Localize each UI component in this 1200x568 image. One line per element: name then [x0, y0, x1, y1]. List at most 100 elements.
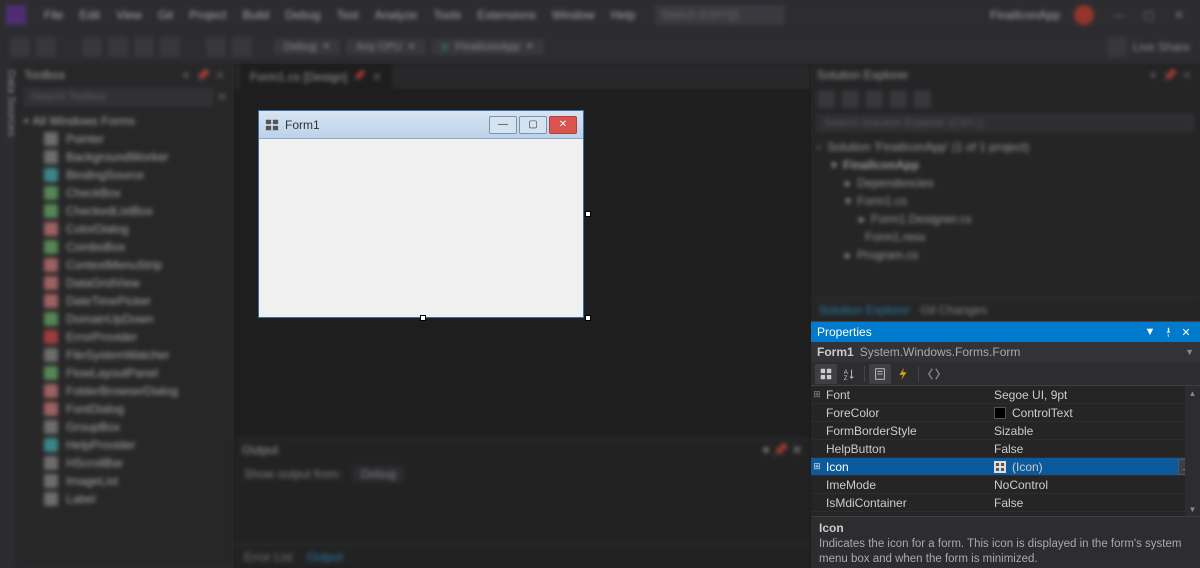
- toolbox-item[interactable]: ComboBox: [22, 238, 229, 256]
- toolbox-item[interactable]: GroupBox: [22, 418, 229, 436]
- menu-view[interactable]: View: [108, 8, 150, 22]
- search-clear-icon[interactable]: ✕: [213, 90, 227, 104]
- panel-close-icon[interactable]: ✕: [792, 443, 802, 457]
- properties-page-icon[interactable]: [869, 364, 891, 384]
- nav-fwd-icon[interactable]: [36, 37, 56, 57]
- properties-object-selector[interactable]: Form1 System.Windows.Forms.Form ▼: [811, 342, 1200, 362]
- toolbox-item[interactable]: Label: [22, 490, 229, 508]
- property-row[interactable]: ImeModeNoControl: [811, 476, 1200, 494]
- tab-solution-explorer[interactable]: Solution Explorer: [819, 303, 910, 317]
- live-share-icon[interactable]: [1107, 37, 1127, 57]
- toolbox-item[interactable]: DomainUpDown: [22, 310, 229, 328]
- se-collapse-icon[interactable]: [865, 90, 883, 108]
- toolbox-item[interactable]: DateTimePicker: [22, 292, 229, 310]
- resize-handle-bottom[interactable]: [420, 315, 426, 321]
- tree-node[interactable]: ▾Form1.cs: [817, 192, 1194, 210]
- panel-dropdown-icon[interactable]: ▾: [179, 68, 193, 82]
- toolbox-section-header[interactable]: All Windows Forms: [33, 114, 136, 128]
- form-maximize-button[interactable]: ▢: [519, 116, 547, 134]
- tab-output[interactable]: Output: [307, 550, 343, 564]
- form-client-area[interactable]: [259, 139, 583, 317]
- config-selector[interactable]: Debug▼: [274, 39, 340, 55]
- designer-form[interactable]: Form1 — ▢ ✕: [258, 110, 584, 318]
- se-show-all-icon[interactable]: [889, 90, 907, 108]
- panel-pin-icon[interactable]: 📌: [196, 68, 210, 82]
- quick-launch-search[interactable]: Search (Ctrl+Q): [655, 5, 785, 25]
- tab-error-list[interactable]: Error List: [244, 550, 293, 564]
- form-close-button[interactable]: ✕: [549, 116, 577, 134]
- toolbox-item[interactable]: ImageList: [22, 472, 229, 490]
- panel-pin-icon[interactable]: 📌: [773, 443, 788, 457]
- tab-close-icon[interactable]: ✕: [372, 70, 382, 84]
- output-source-selector[interactable]: Debug: [353, 466, 404, 482]
- tree-node[interactable]: ▸Program.cs: [817, 246, 1194, 264]
- toolbox-item[interactable]: FileSystemWatcher: [22, 346, 229, 364]
- menu-window[interactable]: Window: [544, 8, 603, 22]
- menu-project[interactable]: Project: [181, 8, 234, 22]
- property-row[interactable]: ⊞FontSegoe UI, 9pt: [811, 386, 1200, 404]
- resize-handle-right[interactable]: [585, 211, 591, 217]
- property-pages-icon[interactable]: [923, 364, 945, 384]
- menu-debug[interactable]: Debug: [277, 8, 328, 22]
- platform-selector[interactable]: Any CPU▼: [346, 39, 425, 55]
- minimize-icon[interactable]: —: [1104, 5, 1134, 25]
- new-project-icon[interactable]: [82, 37, 102, 57]
- se-search-input[interactable]: [817, 114, 1194, 132]
- panel-dropdown-icon[interactable]: ▾: [763, 443, 769, 457]
- live-share-label[interactable]: Live Share: [1133, 40, 1190, 54]
- menu-file[interactable]: File: [36, 8, 71, 22]
- toolbox-item[interactable]: DataGridView: [22, 274, 229, 292]
- data-sources-rail[interactable]: Data Sources: [0, 64, 18, 568]
- property-row[interactable]: ⊞Icon(Icon)...: [811, 458, 1200, 476]
- property-row[interactable]: HelpButtonFalse: [811, 440, 1200, 458]
- resize-handle-corner[interactable]: [585, 315, 591, 321]
- panel-close-icon[interactable]: ✕: [213, 68, 227, 82]
- scroll-up-icon[interactable]: ▲: [1185, 386, 1200, 400]
- tree-node[interactable]: ▸Dependencies: [817, 174, 1194, 192]
- expand-icon[interactable]: ⊞: [811, 389, 823, 400]
- notification-badge-icon[interactable]: [1074, 5, 1094, 25]
- undo-icon[interactable]: [206, 37, 226, 57]
- panel-close-icon[interactable]: ✕: [1180, 68, 1194, 82]
- solution-node[interactable]: ▫Solution 'FinalIconApp' (1 of 1 project…: [817, 138, 1194, 156]
- designer-surface[interactable]: Form1 — ▢ ✕: [234, 90, 810, 438]
- open-icon[interactable]: [108, 37, 128, 57]
- property-row[interactable]: IsMdiContainerFalse: [811, 494, 1200, 512]
- alphabetical-icon[interactable]: AZ: [838, 364, 860, 384]
- panel-pin-icon[interactable]: 📌: [1163, 68, 1177, 82]
- tree-node[interactable]: ▸Form1.Designer.cs: [817, 210, 1194, 228]
- start-debug-button[interactable]: FinalIconApp▼: [432, 39, 544, 55]
- redo-icon[interactable]: [232, 37, 252, 57]
- se-properties-icon[interactable]: [913, 90, 931, 108]
- events-icon[interactable]: [892, 364, 914, 384]
- toolbox-item[interactable]: FontDialog: [22, 400, 229, 418]
- scroll-down-icon[interactable]: ▼: [1185, 502, 1200, 516]
- property-row[interactable]: FormBorderStyleSizable: [811, 422, 1200, 440]
- menu-analyze[interactable]: Analyze: [367, 8, 426, 22]
- menu-help[interactable]: Help: [603, 8, 644, 22]
- toolbox-item[interactable]: HelpProvider: [22, 436, 229, 454]
- project-node[interactable]: ▾FinalIconApp: [817, 156, 1194, 174]
- expand-icon[interactable]: ⊞: [811, 461, 823, 472]
- toolbox-item[interactable]: FlowLayoutPanel: [22, 364, 229, 382]
- panel-dropdown-icon[interactable]: ▼: [1142, 324, 1158, 340]
- categorized-icon[interactable]: [815, 364, 837, 384]
- panel-dropdown-icon[interactable]: ▾: [1146, 68, 1160, 82]
- menu-extensions[interactable]: Extensions: [469, 8, 544, 22]
- solution-tree[interactable]: ▫Solution 'FinalIconApp' (1 of 1 project…: [811, 134, 1200, 268]
- close-icon[interactable]: ✕: [1164, 5, 1194, 25]
- menu-edit[interactable]: Edit: [71, 8, 108, 22]
- toolbox-item[interactable]: HScrollBar: [22, 454, 229, 472]
- menu-test[interactable]: Test: [329, 8, 367, 22]
- toolbox-item[interactable]: ContextMenuStrip: [22, 256, 229, 274]
- toolbox-item[interactable]: BindingSource: [22, 166, 229, 184]
- toolbox-item[interactable]: CheckBox: [22, 184, 229, 202]
- se-refresh-icon[interactable]: [841, 90, 859, 108]
- save-icon[interactable]: [134, 37, 154, 57]
- nav-back-icon[interactable]: [10, 37, 30, 57]
- maximize-icon[interactable]: ▢: [1134, 5, 1164, 25]
- properties-grid[interactable]: ⊞FontSegoe UI, 9ptForeColorControlTextFo…: [811, 386, 1200, 516]
- toolbox-item[interactable]: BackgroundWorker: [22, 148, 229, 166]
- panel-pin-icon[interactable]: [1160, 324, 1176, 340]
- tab-git-changes[interactable]: Git Changes: [920, 303, 987, 317]
